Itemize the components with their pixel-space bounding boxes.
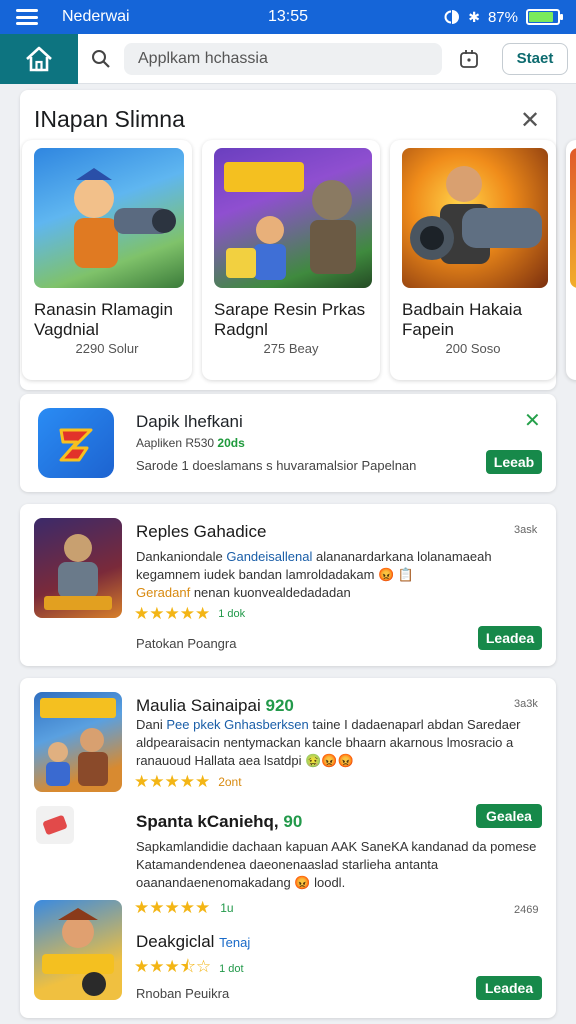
app-developer: Rnoban Peuikra	[136, 986, 230, 1001]
game-name: Sarape Resin Prkas Radgnl	[214, 300, 366, 339]
app-icon[interactable]	[38, 408, 114, 478]
game-name: Ranasin Rlamagin Vagdnial	[34, 300, 173, 339]
app-rating: ★★★★★ 1u	[134, 898, 234, 918]
featured-section: INapan Slimna ✕ Ranasin Rlamagin Vagdnia…	[0, 90, 576, 390]
app-developer: Patokan Poangra	[136, 636, 237, 651]
app-title: Deakgiclal Tenaj	[136, 932, 251, 951]
app-description: Dani Pee pkek Gnhasberksen taine I dadae…	[136, 717, 521, 768]
app-title: Spanta kCaniehq, 90	[136, 812, 303, 831]
game-meta: 200 Soso	[445, 341, 501, 356]
search-input[interactable]	[124, 42, 442, 75]
star-rating: ★★★★★	[134, 898, 211, 917]
bluetooth-icon: ✱	[468, 8, 480, 25]
start-button[interactable]: Staet	[502, 42, 568, 75]
close-icon[interactable]: ✕	[524, 408, 541, 433]
app-rating: ★★★★★ 2ont	[134, 772, 242, 792]
app-thumbnail[interactable]	[34, 692, 122, 792]
promo-title: Dapik lhefkani	[136, 412, 243, 431]
game-artwork	[34, 148, 184, 288]
game-artwork	[570, 148, 576, 288]
app-rating: ★★★⯪☆ 1 dot	[134, 954, 244, 983]
promo-button[interactable]: Leeab	[486, 450, 542, 474]
battery-percent: 87%	[487, 8, 518, 26]
app-size: 2469	[514, 904, 539, 916]
home-button[interactable]	[0, 33, 78, 84]
top-bar: Staet	[0, 33, 576, 84]
review-count: 1 dok	[218, 608, 246, 620]
app-description: Sapkamlandidie dachaan kapuan AAK SaneKA…	[136, 839, 537, 890]
close-icon[interactable]: ✕	[520, 106, 540, 135]
calendar-icon[interactable]	[442, 48, 496, 70]
app-thumbnail[interactable]	[34, 900, 122, 1000]
featured-game-card[interactable]: Sarape Resin Prkas Radgnl 275 Beay	[202, 140, 380, 380]
app-size: 3ask	[514, 524, 538, 536]
app-icon[interactable]	[36, 806, 74, 844]
app-thumbnail[interactable]	[34, 518, 122, 618]
game-meta: 2290 Solur	[75, 341, 139, 356]
battery-icon	[526, 9, 563, 25]
game-name: Badbain Hakaia Fapein	[402, 300, 523, 339]
review-count: 2ont	[218, 775, 242, 789]
promo-subtitle: Aapliken R530 20ds	[136, 436, 245, 450]
review-count: 1u	[220, 901, 234, 915]
game-meta: 275 Beay	[263, 341, 319, 356]
star-rating: ★★★⯪☆	[134, 957, 212, 976]
status-bar: Nederwai 13:55 ✱ 87%	[0, 0, 576, 34]
star-rating: ★★★★★	[134, 772, 211, 791]
app-rating: ★★★★★ 1 dok	[134, 604, 245, 624]
game-artwork	[402, 148, 548, 288]
app-description: Dankaniondale Gandeisallenal alananardar…	[136, 549, 492, 600]
signal-icon	[444, 10, 460, 24]
featured-game-card[interactable]: Badbain Hakaia Fapein 200 Soso	[390, 140, 556, 380]
carrier-name: Nederwai	[62, 8, 130, 25]
menu-icon[interactable]	[16, 9, 38, 25]
install-button[interactable]: Gealea	[476, 804, 542, 828]
install-button[interactable]: Leadea	[478, 626, 542, 650]
app-size: 3a3k	[514, 698, 538, 710]
app-title: Maulia Sainaipai 920	[136, 696, 294, 715]
promo-card: Dapik lhefkani Aapliken R530 20ds Sarode…	[20, 394, 556, 492]
search-icon[interactable]	[78, 49, 124, 69]
featured-game-card[interactable]: Ranasin Rlamagin Vagdnial 2290 Solur	[22, 140, 192, 380]
featured-title: INapan Slimna	[34, 106, 185, 132]
featured-game-card-partial[interactable]	[566, 140, 576, 380]
game-artwork	[214, 148, 372, 288]
install-button[interactable]: Leadea	[476, 976, 542, 1000]
app-card: Reples Gahadice 3ask Dankaniondale Gande…	[20, 504, 556, 666]
star-rating: ★★★★★	[134, 604, 211, 623]
review-count: 1 dot	[219, 962, 244, 975]
app-group-card: Maulia Sainaipai 920 3a3k Dani Pee pkek …	[20, 678, 556, 1018]
app-title: Reples Gahadice	[136, 522, 267, 541]
home-icon	[26, 46, 52, 71]
promo-description: Sarode 1 doeslamans s huvaramalsior Pape…	[136, 458, 417, 473]
